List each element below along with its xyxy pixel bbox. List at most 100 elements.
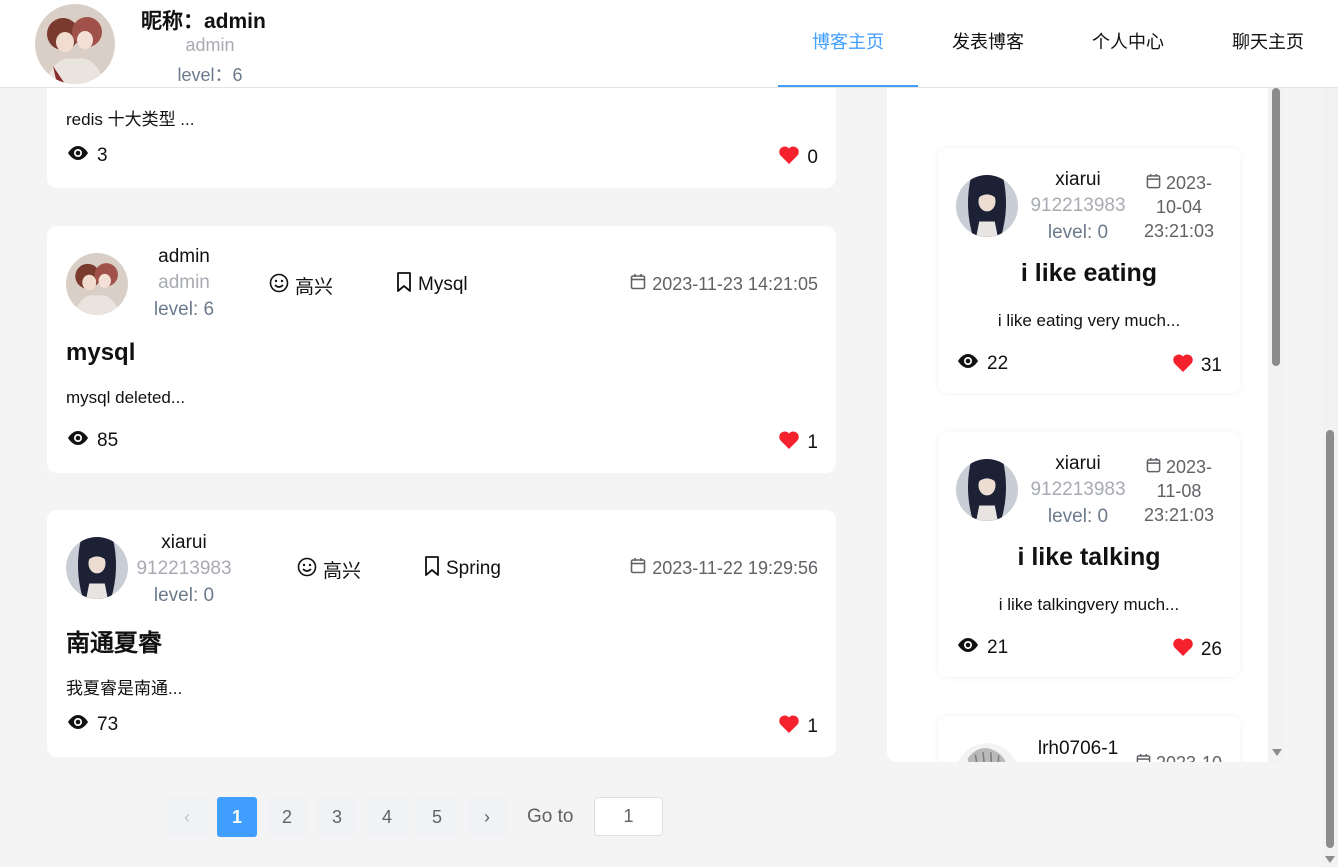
post-excerpt: i like eating very much... — [997, 311, 1181, 330]
like-count[interactable]: 31 — [1172, 353, 1222, 379]
post-date: 2023- 10-04 23:21:03 — [1134, 171, 1224, 243]
like-count[interactable]: 1 — [778, 430, 818, 456]
post-date-line1: 2023- — [1165, 457, 1213, 477]
post-tag[interactable]: Mysql — [396, 272, 468, 298]
author-account: 912213983 — [136, 558, 232, 579]
post-title[interactable]: mysql — [66, 339, 135, 367]
post-mood-label: 高兴 — [323, 561, 362, 582]
author-name[interactable]: xiarui — [1025, 169, 1131, 191]
nav-publish-blog[interactable]: 发表博客 — [918, 0, 1058, 87]
goto-page-input[interactable] — [594, 797, 663, 836]
header-level: level：6 — [177, 65, 243, 85]
post-tag-label: Mysql — [418, 274, 468, 295]
post-date-line3: 23:21:03 — [1143, 505, 1215, 525]
page-scrollbar-thumb[interactable] — [1326, 430, 1334, 848]
view-count-value: 21 — [987, 637, 1009, 658]
main-nav: 博客主页 发表博客 个人中心 聊天主页 — [778, 0, 1338, 87]
post-excerpt: 我夏睿是南通... — [66, 679, 183, 698]
scroll-down-arrow-icon[interactable] — [1272, 749, 1282, 756]
view-count: 22 — [956, 353, 1008, 375]
smile-icon — [269, 273, 289, 299]
view-count-value: 85 — [97, 430, 119, 451]
like-count[interactable]: 0 — [778, 145, 818, 171]
author-avatar[interactable] — [956, 459, 1018, 521]
hot-posts-sidebar: xiarui 912213983 level: 0 2023- 10-04 23… — [887, 88, 1284, 762]
view-count: 3 — [66, 145, 108, 167]
like-count[interactable]: 26 — [1172, 637, 1222, 663]
author-level: level: 0 — [153, 585, 215, 606]
nav-personal-center[interactable]: 个人中心 — [1058, 0, 1198, 87]
like-count-value: 1 — [807, 716, 818, 737]
post-title[interactable]: 南通夏睿 — [66, 623, 162, 658]
post-date: 2023-11-23 14:21:05 — [630, 273, 818, 295]
view-count-value: 22 — [987, 353, 1009, 374]
next-page-button[interactable]: › — [467, 797, 507, 837]
sidebar-post-card[interactable]: xiarui 912213983 level: 0 2023- 10-04 23… — [938, 148, 1240, 393]
smile-icon — [297, 557, 317, 583]
like-count-value: 31 — [1200, 355, 1222, 376]
eye-icon — [956, 637, 980, 659]
eye-icon — [66, 430, 90, 452]
prev-page-button[interactable]: ‹ — [167, 797, 207, 837]
page-button-2[interactable]: 2 — [267, 797, 307, 837]
heart-icon[interactable] — [1172, 637, 1194, 663]
bookmark-icon — [424, 556, 440, 582]
sidebar-post-card[interactable]: xiarui 912213983 level: 0 2023- 11-08 23… — [938, 432, 1240, 677]
post-title[interactable]: i like talking — [938, 543, 1240, 572]
author-account: 912213983 — [1030, 479, 1126, 500]
nav-chat-home[interactable]: 聊天主页 — [1198, 0, 1338, 87]
author-avatar[interactable] — [66, 253, 128, 315]
post-date: 2023-10 — [1134, 751, 1224, 762]
post-date: 2023- 11-08 23:21:03 — [1134, 455, 1224, 527]
post-excerpt: i like talkingvery much... — [998, 595, 1180, 614]
like-count[interactable]: 1 — [778, 714, 818, 740]
author-avatar[interactable] — [66, 537, 128, 599]
top-header: 昵称：admin admin level：6 博客主页 发表博客 个人中心 聊天… — [0, 0, 1338, 88]
post-date-value: 2023-11-23 14:21:05 — [652, 273, 818, 294]
post-excerpt: redis 十大类型 ... — [66, 110, 195, 129]
page-button-1[interactable]: 1 — [217, 797, 257, 837]
post-excerpt: mysql deleted... — [66, 388, 186, 407]
author-level: level: 6 — [153, 299, 215, 320]
post-tag-label: Spring — [446, 558, 501, 579]
author-account: admin — [158, 272, 210, 293]
user-avatar[interactable] — [35, 4, 115, 84]
page-button-4[interactable]: 4 — [367, 797, 407, 837]
calendar-icon — [1136, 753, 1151, 762]
heart-icon[interactable] — [778, 430, 800, 456]
post-date-line1: 2023- — [1165, 173, 1213, 193]
calendar-icon — [1146, 457, 1161, 477]
author-name[interactable]: lrh0706-1 — [1025, 738, 1131, 760]
post-mood: 高兴 — [269, 272, 333, 299]
page-button-5[interactable]: 5 — [417, 797, 457, 837]
heart-icon[interactable] — [778, 145, 800, 171]
author-avatar[interactable] — [956, 175, 1018, 237]
post-card[interactable]: admin admin level: 6 高兴 Mysql 2023-11-23… — [47, 226, 836, 473]
heart-icon[interactable] — [778, 714, 800, 740]
page-button-3[interactable]: 3 — [317, 797, 357, 837]
heart-icon[interactable] — [1172, 353, 1194, 379]
view-count: 85 — [66, 430, 118, 452]
nav-blog-home[interactable]: 博客主页 — [778, 0, 918, 87]
author-account: 912213983 — [1030, 195, 1126, 216]
post-card[interactable]: xiarui 912213983 level: 0 高兴 Spring 2023… — [47, 510, 836, 757]
author-avatar[interactable] — [956, 743, 1018, 762]
calendar-icon — [630, 557, 646, 579]
header-username: admin — [185, 35, 235, 55]
post-tag[interactable]: Spring — [424, 556, 501, 582]
page-scrollbar[interactable] — [1322, 88, 1338, 867]
post-title[interactable]: i like eating — [938, 259, 1240, 288]
author-name[interactable]: xiarui — [1025, 453, 1131, 475]
sidebar-scrollbar-thumb[interactable] — [1272, 88, 1280, 366]
sidebar-scrollbar[interactable] — [1268, 88, 1284, 762]
author-name[interactable]: admin — [134, 246, 234, 268]
goto-label: Go to — [527, 806, 574, 827]
post-date-line2: 10-04 — [1155, 197, 1203, 217]
view-count-value: 73 — [97, 714, 119, 735]
like-count-value: 26 — [1200, 639, 1222, 660]
view-count-value: 3 — [97, 145, 108, 166]
author-name[interactable]: xiarui — [134, 532, 234, 554]
sidebar-post-card[interactable]: lrh0706-1 2023-10 — [938, 716, 1240, 762]
post-date: 2023-11-22 19:29:56 — [630, 557, 818, 579]
scroll-down-arrow-icon[interactable] — [1325, 856, 1335, 863]
